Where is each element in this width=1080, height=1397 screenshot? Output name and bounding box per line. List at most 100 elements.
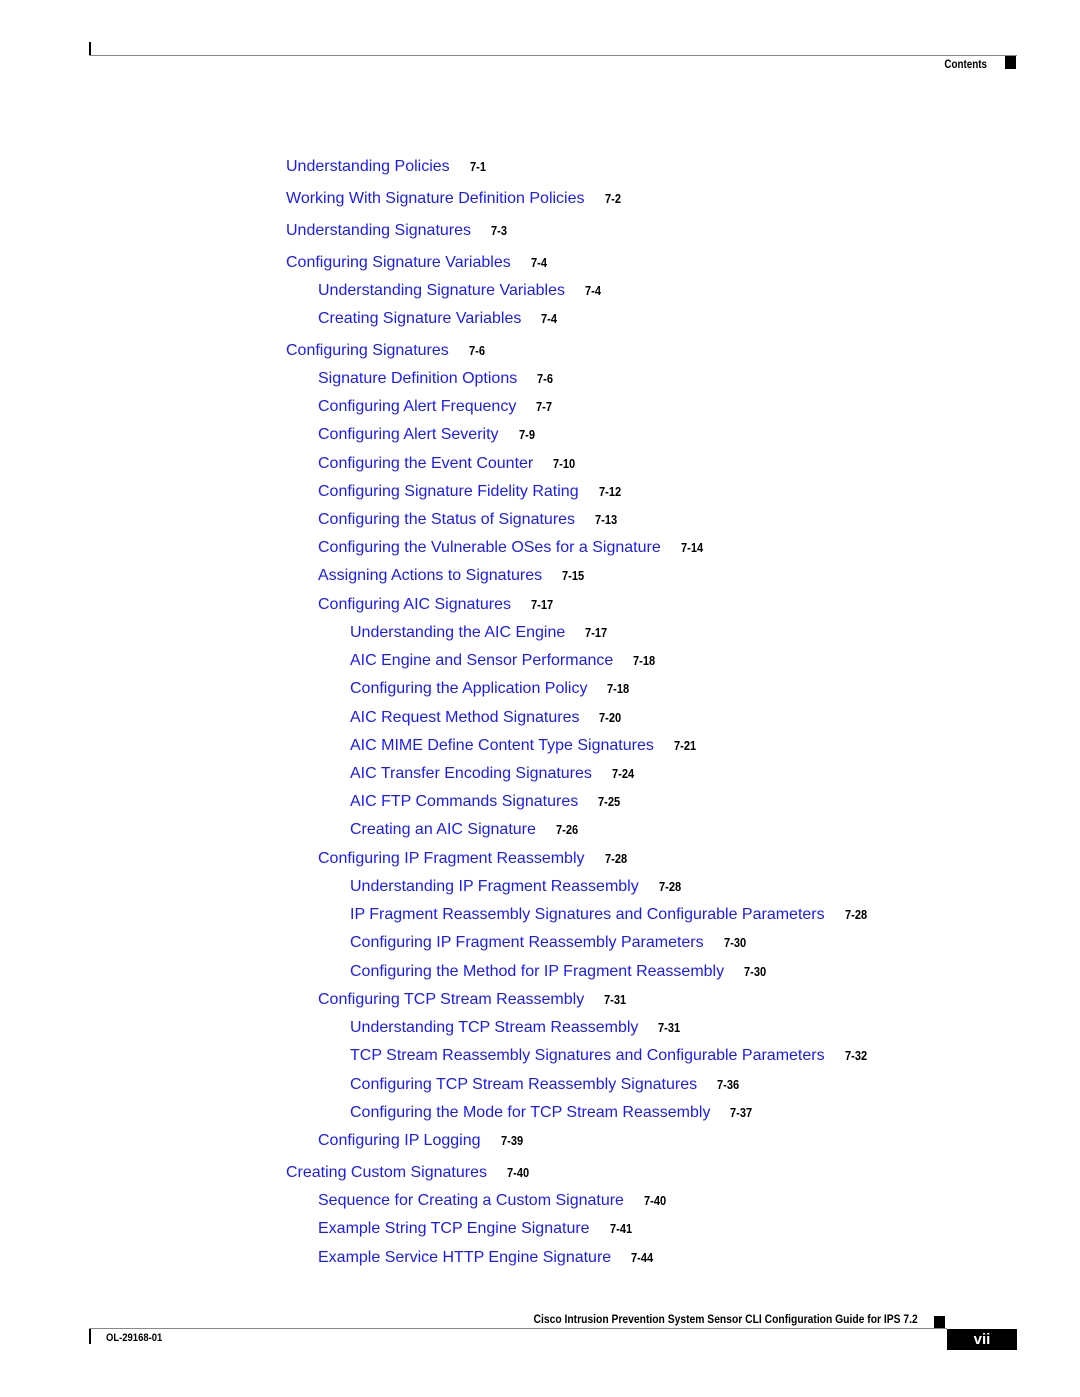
toc-entry-link[interactable]: Signature Definition Options [318,370,517,387]
toc-entry-link[interactable]: Sequence for Creating a Custom Signature [318,1192,624,1209]
toc-entry: Configuring AIC Signatures 7-17 [318,595,557,615]
toc-entry: AIC Transfer Encoding Signatures 7-24 [350,764,638,784]
toc-entry-link[interactable]: Understanding TCP Stream Reassembly [350,1019,638,1036]
toc-entry-page: 7-24 [611,766,635,781]
toc-entry-link[interactable]: Configuring TCP Stream Reassembly Signat… [350,1076,697,1093]
toc-entry-link[interactable]: Configuring AIC Signatures [318,596,511,613]
toc-entry-link[interactable]: Understanding IP Fragment Reassembly [350,878,639,895]
toc-entry-page: 7-15 [562,568,585,583]
toc-entry-link[interactable]: AIC FTP Commands Signatures [350,793,578,810]
toc-entry-page: 7-6 [468,343,485,358]
toc-entry: Configuring Signature Variables 7-4 [286,253,550,273]
toc-entry-page: 7-36 [717,1077,740,1092]
toc-entry-page: 7-32 [844,1048,867,1063]
toc-entry-page: 7-28 [844,907,867,922]
toc-entry-link[interactable]: Configuring IP Fragment Reassembly Param… [350,934,704,951]
toc-entry-link[interactable]: Example String TCP Engine Signature [318,1220,590,1237]
toc-entry-link[interactable]: Example Service HTTP Engine Signature [318,1249,611,1266]
toc-entry: Configuring IP Fragment Reassembly 7-28 [318,849,631,869]
toc-entry-page: 7-30 [723,935,746,950]
toc-entry-link[interactable]: AIC MIME Define Content Type Signatures [350,737,654,754]
toc-entry-page: 7-41 [609,1221,632,1236]
toc-entry-link[interactable]: AIC Engine and Sensor Performance [350,652,613,669]
toc-entry: Configuring IP Logging 7-39 [318,1131,527,1151]
toc-entry-link[interactable]: Creating Signature Variables [318,310,521,327]
toc-entry-link[interactable]: Configuring Signatures [286,342,449,359]
toc-entry-link[interactable]: IP Fragment Reassembly Signatures and Co… [350,906,825,923]
toc-entry-page: 7-40 [506,1165,530,1180]
toc-entry-page: 7-28 [604,851,627,866]
toc-entry-link[interactable]: Configuring IP Fragment Reassembly [318,850,585,867]
toc-entry-link[interactable]: Configuring the Mode for TCP Stream Reas… [350,1104,710,1121]
toc-entry-page: 7-1 [469,159,486,174]
toc-entry-page: 7-21 [673,738,696,753]
toc-entry-link[interactable]: AIC Transfer Encoding Signatures [350,765,592,782]
toc-entry-page: 7-13 [595,512,618,527]
toc-entry-link[interactable]: Configuring Signature Variables [286,254,511,271]
toc-entry-link[interactable]: Understanding Signatures [286,222,471,239]
toc-entry-link[interactable]: Configuring the Application Policy [350,680,587,697]
toc-entry-page: 7-26 [555,822,579,837]
header-block-marker [1005,56,1016,69]
toc-entry-page: 7-37 [730,1105,753,1120]
toc-entry: Understanding IP Fragment Reassembly 7-28 [350,877,685,897]
toc-entry-link[interactable]: Understanding Policies [286,158,450,175]
toc-entry: Sequence for Creating a Custom Signature… [318,1191,670,1211]
toc-entry-link[interactable]: Configuring the Vulnerable OSes for a Si… [318,539,661,556]
toc-entry-link[interactable]: AIC Request Method Signatures [350,709,579,726]
toc-entry-page: 7-20 [599,710,622,725]
toc-entry: Understanding TCP Stream Reassembly 7-31 [350,1018,684,1038]
toc-entry-page: 7-12 [598,484,621,499]
toc-entry-link[interactable]: Configuring Alert Severity [318,426,499,443]
toc-entry-page: 7-14 [680,540,703,555]
toc-entry: Configuring the Status of Signatures 7-13 [318,510,621,530]
toc-entry-page: 7-18 [633,653,656,668]
toc-entry-link[interactable]: Configuring the Method for IP Fragment R… [350,963,724,980]
toc-entry-link[interactable]: Understanding the AIC Engine [350,624,565,641]
toc-entry: Configuring Alert Frequency 7-7 [318,397,555,417]
toc-entry: Configuring IP Fragment Reassembly Param… [350,933,750,953]
footer-book-title: Cisco Intrusion Prevention System Sensor… [533,1312,918,1326]
toc-entry: Configuring Alert Severity 7-9 [318,425,537,445]
header-rule [89,55,1017,56]
toc-entry-page: 7-7 [536,399,553,414]
toc-entry-page: 7-30 [744,964,767,979]
toc-entry-link[interactable]: Creating an AIC Signature [350,821,536,838]
toc-entry-link[interactable]: Understanding Signature Variables [318,282,565,299]
toc-entry: Example String TCP Engine Signature 7-41 [318,1219,636,1239]
toc-entry: Understanding Signatures 7-3 [286,221,510,241]
toc-entry: Creating an AIC Signature 7-26 [350,820,582,840]
toc-entry-page: 7-4 [584,283,601,298]
toc-entry: Configuring TCP Stream Reassembly 7-31 [318,990,630,1010]
toc-entry-page: 7-18 [607,681,630,696]
toc-entry-link[interactable]: Configuring IP Logging [318,1132,481,1149]
toc-entry: Understanding Policies 7-1 [286,157,488,177]
toc-entry-link[interactable]: TCP Stream Reassembly Signatures and Con… [350,1047,825,1064]
toc-entry: Assigning Actions to Signatures 7-15 [318,566,588,586]
toc-entry-link[interactable]: Configuring the Event Counter [318,455,533,472]
toc-entry-link[interactable]: Configuring Alert Frequency [318,398,516,415]
toc-entry-page: 7-28 [658,879,681,894]
toc-entry: Configuring the Method for IP Fragment R… [350,962,770,982]
toc-entry-link[interactable]: Working With Signature Definition Polici… [286,190,585,207]
toc-entry: AIC Engine and Sensor Performance 7-18 [350,651,659,671]
toc-entry: Signature Definition Options 7-6 [318,369,556,389]
toc-entry-page: 7-17 [531,597,554,612]
toc-entry-link[interactable]: Configuring TCP Stream Reassembly [318,991,584,1008]
toc-entry-page: 7-40 [643,1193,667,1208]
toc-entry: IP Fragment Reassembly Signatures and Co… [350,905,871,925]
toc-entry-link[interactable]: Creating Custom Signatures [286,1164,487,1181]
toc-entry-link[interactable]: Assigning Actions to Signatures [318,567,542,584]
toc-entry: Understanding Signature Variables 7-4 [318,281,604,301]
toc-entry-link[interactable]: Configuring Signature Fidelity Rating [318,483,579,500]
footer-rule [89,1328,947,1329]
toc-entry: Configuring TCP Stream Reassembly Signat… [350,1075,743,1095]
header-section-label: Contents [944,57,987,71]
toc-entry-page: 7-3 [491,223,507,238]
header-rule-mark [89,42,91,56]
toc-entry-page: 7-6 [537,371,554,386]
toc-entry-link[interactable]: Configuring the Status of Signatures [318,511,575,528]
toc-entry: Working With Signature Definition Polici… [286,189,623,209]
toc-entry: Configuring Signature Fidelity Rating 7-1… [318,482,625,502]
toc-entry: Example Service HTTP Engine Signature 7-4… [318,1248,657,1268]
